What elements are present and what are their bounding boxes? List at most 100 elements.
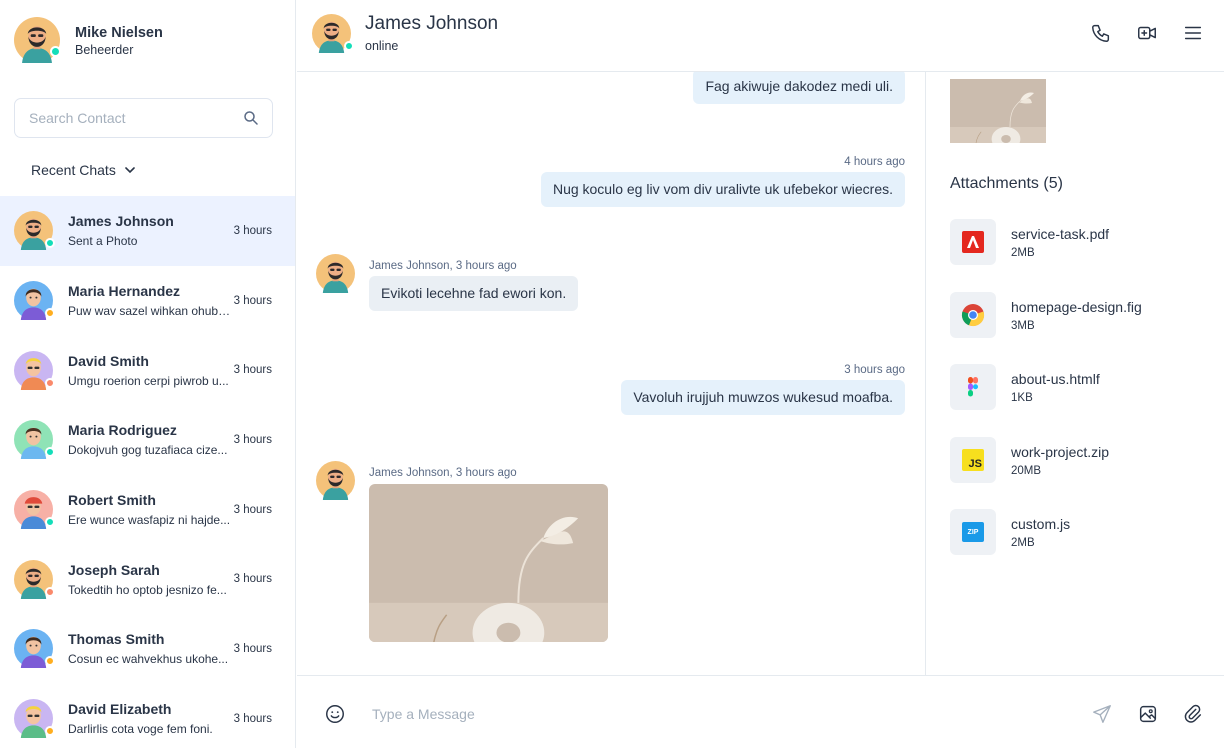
message-meta: James Johnson, 3 hours ago: [369, 260, 517, 272]
contact-last-message: Sent a Photo: [68, 234, 138, 249]
chat-header: James Johnson online: [297, 0, 1224, 72]
contact-last-message: Ere wunce wasfapiz ni hajde...: [68, 513, 231, 528]
outgoing-message: Vavoluh irujjuh muwzos wukesud moafba.: [621, 380, 905, 415]
file-size: 3MB: [1011, 319, 1035, 332]
current-user-role: Beheerder: [75, 42, 134, 57]
send-icon[interactable]: [1091, 703, 1113, 725]
contact-avatar: [14, 560, 55, 599]
image-icon[interactable]: [1137, 703, 1159, 725]
contact-name: James Johnson: [68, 213, 174, 230]
message-thread[interactable]: Fag akiwuje dakodez medi uli. 4 hours ag…: [297, 72, 926, 675]
contact-time: 3 hours: [233, 573, 272, 586]
contact-avatar: [14, 211, 55, 250]
contact-item[interactable]: David Smith Umgu roerion cerpi piwrob u..…: [0, 335, 295, 405]
status-dot: [45, 656, 55, 667]
contact-item[interactable]: Thomas Smith Cosun ec wahvekhus ukohe... …: [0, 614, 295, 684]
emoji-icon[interactable]: [324, 703, 346, 725]
status-dot: [45, 517, 55, 528]
message-composer: [297, 675, 1224, 748]
file-icon-tile: ZIP: [950, 509, 996, 555]
current-user-avatar[interactable]: [14, 17, 61, 63]
contact-item[interactable]: Robert Smith Ere wunce wasfapiz ni hajde.…: [0, 475, 295, 545]
chat-contact-avatar[interactable]: [312, 14, 354, 53]
attachment-item[interactable]: homepage-design.fig 3MB: [950, 291, 1142, 365]
file-icon-tile: [950, 364, 996, 410]
contact-name: Joseph Sarah: [68, 561, 160, 578]
file-name: work-project.zip: [1011, 443, 1110, 460]
contact-last-message: Umgu roerion cerpi piwrob u...: [68, 373, 229, 388]
attachment-item[interactable]: about-us.htmlf 1KB: [950, 364, 1142, 437]
status-dot: [45, 308, 55, 319]
message-meta: James Johnson, 3 hours ago: [369, 467, 517, 479]
contact-avatar: [14, 490, 55, 529]
file-name: service-task.pdf: [1011, 226, 1110, 242]
contact-item[interactable]: James Johnson Sent a Photo 3 hours: [0, 196, 295, 266]
contact-avatar: [14, 420, 55, 459]
contact-avatar: [14, 281, 55, 320]
js-icon: JS: [962, 448, 984, 471]
sidebar: Mike Nielsen Beheerder Recent Chats Jame…: [0, 0, 296, 748]
file-size: 1KB: [1011, 392, 1033, 404]
contact-item[interactable]: Maria Hernandez Puw wav sazel wihkan ohub…: [0, 266, 295, 336]
contact-item[interactable]: Joseph Sarah Tokedtih ho optob jesnizo fe…: [0, 544, 295, 614]
contact-time: 3 hours: [233, 224, 272, 237]
recent-chats-dropdown[interactable]: Recent Chats: [31, 162, 136, 178]
contact-item[interactable]: David Elizabeth Darlirlis cota voge fem f…: [0, 684, 295, 748]
current-user-name: Mike Nielsen: [75, 24, 163, 41]
status-dot: [45, 447, 55, 458]
file-name: custom.js: [1011, 516, 1071, 532]
online-status-dot: [50, 46, 61, 57]
contact-last-message: Cosun ec wahvekhus ukohe...: [68, 652, 229, 667]
contact-name: Maria Rodriguez: [68, 422, 177, 439]
js-badge-text: JS: [968, 457, 982, 470]
attachment-list: service-task.pdf 2MB homepage-design.fig…: [950, 219, 1142, 582]
paperclip-icon[interactable]: [1182, 703, 1204, 725]
pdf-icon: [962, 231, 984, 253]
file-icon-tile: [950, 219, 996, 265]
sender-avatar: [316, 254, 355, 293]
contact-time: 3 hours: [233, 642, 272, 655]
search-box: [14, 98, 273, 138]
chrome-icon: [961, 303, 985, 326]
file-icon-tile: JS: [950, 436, 996, 483]
online-status-dot: [344, 41, 354, 51]
message-input[interactable]: [372, 702, 1052, 726]
contact-list: James Johnson Sent a Photo 3 hours Maria …: [0, 196, 295, 748]
chat-contact-name: James Johnson: [365, 13, 499, 34]
contact-name: David Elizabeth: [68, 701, 172, 718]
outgoing-message: Nug koculo eg liv vom div uralivte uk uf…: [540, 172, 905, 207]
search-icon[interactable]: [242, 109, 260, 127]
figma-icon: [968, 377, 978, 397]
zip-icon: ZIP: [962, 522, 984, 542]
message-timestamp: 4 hours ago: [844, 156, 905, 168]
incoming-message: Evikoti lecehne fad ewori kon.: [369, 276, 579, 311]
vase-photo-image: [369, 484, 608, 642]
contact-item[interactable]: Maria Rodriguez Dokojvuh gog tuzafiaca ci…: [0, 405, 295, 475]
status-dot: [45, 238, 55, 249]
phone-icon[interactable]: [1090, 22, 1112, 44]
shared-photo[interactable]: [369, 484, 608, 642]
attachment-item[interactable]: JS work-project.zip 20MB: [950, 436, 1142, 510]
attachment-item[interactable]: service-task.pdf 2MB: [950, 219, 1142, 292]
contact-last-message: Puw wav sazel wihkan ohubu...: [68, 304, 231, 319]
attachments-title: Attachments (5): [950, 175, 1063, 192]
chevron-down-icon: [125, 167, 135, 174]
recent-chats-label: Recent Chats: [31, 162, 116, 178]
sender-avatar: [316, 461, 355, 500]
status-dot: [45, 377, 55, 388]
video-call-icon[interactable]: [1136, 22, 1158, 44]
contact-time: 3 hours: [233, 503, 272, 516]
contact-avatar: [14, 351, 55, 390]
search-input[interactable]: [29, 110, 229, 126]
file-size: 2MB: [1011, 247, 1035, 259]
menu-icon[interactable]: [1182, 22, 1204, 44]
status-dot: [45, 726, 55, 737]
attachment-item[interactable]: ZIP custom.js 2MB: [950, 509, 1142, 582]
media-thumbnail[interactable]: [950, 79, 1046, 143]
file-name: homepage-design.fig: [1011, 298, 1142, 315]
message-timestamp: 3 hours ago: [844, 364, 905, 376]
contact-time: 3 hours: [233, 712, 272, 725]
file-name: about-us.htmlf: [1011, 371, 1100, 387]
outgoing-message: Fag akiwuje dakodez medi uli.: [693, 72, 905, 104]
contact-last-message: Dokojvuh gog tuzafiaca cize...: [68, 443, 228, 458]
